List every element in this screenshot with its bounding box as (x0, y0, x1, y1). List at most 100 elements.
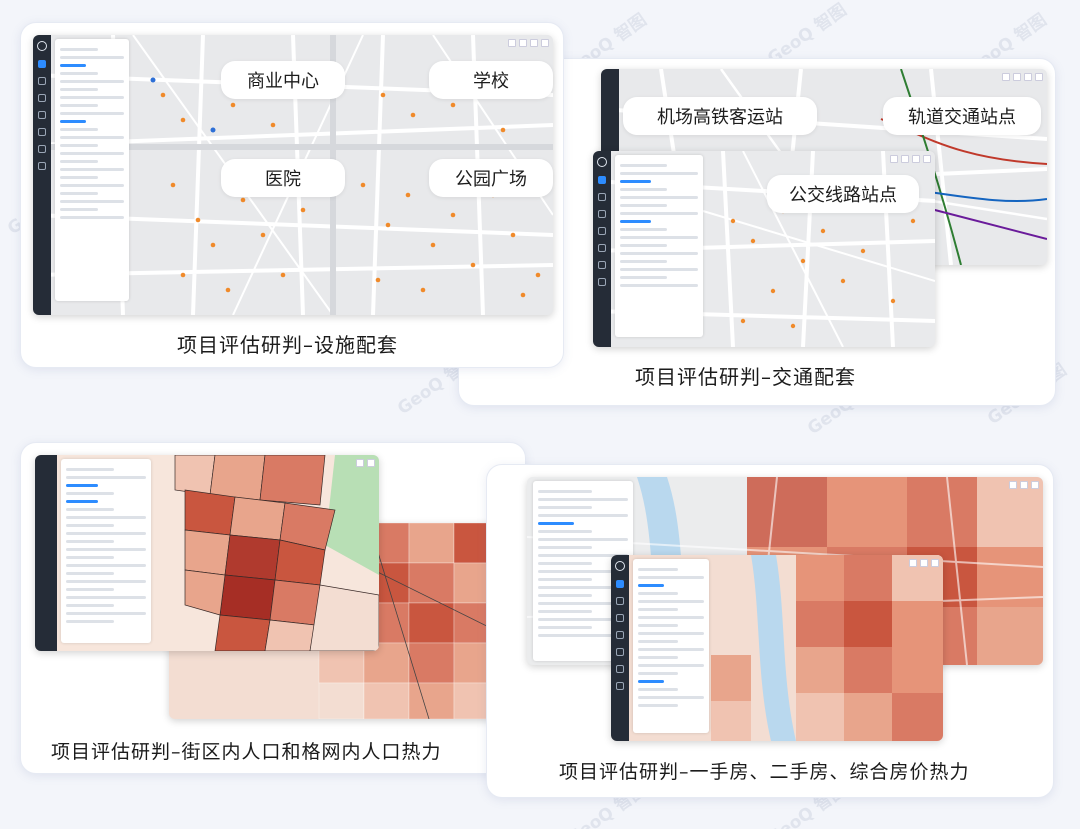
layer-tree-panel (55, 39, 129, 301)
tree-line (60, 176, 99, 179)
zoom-out-icon[interactable] (901, 155, 909, 163)
tree-line (620, 268, 698, 271)
locate-icon[interactable] (912, 155, 920, 163)
tree-line (66, 540, 114, 543)
population-block-map (35, 455, 379, 651)
tree-line-selected[interactable] (538, 522, 574, 525)
tree-line (538, 530, 592, 533)
label-business-center: 商业中心 (221, 61, 345, 99)
fullscreen-icon[interactable] (1031, 481, 1039, 489)
share-icon[interactable] (598, 261, 606, 269)
tree-line (620, 252, 698, 255)
tree-line (60, 88, 99, 91)
tree-line (638, 688, 678, 691)
chart-icon[interactable] (616, 648, 624, 656)
tree-line (638, 632, 704, 635)
tree-line-selected[interactable] (60, 64, 86, 67)
zoom-in-icon[interactable] (909, 559, 917, 567)
transport-caption: 项目评估研判–交通配套 (635, 365, 856, 389)
population-card: 项目评估研判–街区内人口和格网内人口热力 (20, 442, 526, 774)
zoom-out-icon[interactable] (367, 459, 375, 467)
tree-line (638, 624, 678, 627)
chart-icon[interactable] (38, 128, 46, 136)
layer-icon[interactable] (38, 60, 46, 68)
check-icon[interactable] (616, 682, 624, 690)
tree-line (66, 564, 146, 567)
label-airport-rail: 机场高铁客运站 (623, 97, 817, 135)
tree-line-selected[interactable] (620, 180, 652, 183)
list-icon[interactable] (598, 227, 606, 235)
layer-tree-panel (615, 155, 703, 337)
tree-line (60, 56, 124, 59)
fullscreen-icon[interactable] (541, 39, 549, 47)
share-icon[interactable] (38, 145, 46, 153)
zoom-in-icon[interactable] (1009, 481, 1017, 489)
layer-icon[interactable] (598, 176, 606, 184)
list-icon[interactable] (38, 111, 46, 119)
tree-line (66, 556, 114, 559)
swap-icon[interactable] (616, 597, 624, 605)
box-icon[interactable] (38, 94, 46, 102)
tree-line (538, 594, 592, 597)
fullscreen-icon[interactable] (923, 155, 931, 163)
box-icon[interactable] (598, 210, 606, 218)
tree-line (66, 604, 114, 607)
chart-icon[interactable] (598, 244, 606, 252)
tree-line (638, 672, 678, 675)
tree-line (638, 576, 704, 579)
swap-icon[interactable] (598, 193, 606, 201)
locate-icon[interactable] (530, 39, 538, 47)
label-bus: 公交线路站点 (767, 175, 919, 213)
layer-tree-panel (633, 559, 709, 733)
tree-line (60, 184, 124, 187)
tree-line (620, 284, 698, 287)
locate-icon[interactable] (1024, 73, 1032, 81)
tree-line (60, 192, 99, 195)
tree-line (620, 204, 667, 207)
tree-line (620, 260, 667, 263)
tree-line (538, 610, 592, 613)
side-nav-rail (611, 555, 629, 741)
zoom-out-icon[interactable] (1013, 73, 1021, 81)
tree-line (66, 572, 114, 575)
tree-line (60, 104, 99, 107)
tree-line-selected[interactable] (620, 220, 652, 223)
label-metro: 轨道交通站点 (883, 97, 1041, 135)
check-icon[interactable] (598, 278, 606, 286)
zoom-out-icon[interactable] (920, 559, 928, 567)
zoom-in-icon[interactable] (508, 39, 516, 47)
zoom-out-icon[interactable] (1020, 481, 1028, 489)
zoom-in-icon[interactable] (890, 155, 898, 163)
tree-line (638, 664, 704, 667)
layer-tree-panel (61, 459, 151, 643)
tree-line (638, 608, 678, 611)
tree-line (60, 208, 99, 211)
tree-line (66, 620, 114, 623)
tree-line (66, 492, 114, 495)
fullscreen-icon[interactable] (931, 559, 939, 567)
tree-line (538, 578, 592, 581)
tree-line-selected[interactable] (66, 484, 98, 487)
tree-line (638, 704, 678, 707)
tree-line (60, 168, 124, 171)
tree-line-selected[interactable] (638, 680, 665, 683)
tree-line-selected[interactable] (60, 120, 86, 123)
swap-icon[interactable] (38, 77, 46, 85)
housing-caption: 项目评估研判–一手房、二手房、综合房价热力 (559, 761, 970, 783)
box-icon[interactable] (616, 614, 624, 622)
tree-line-selected[interactable] (66, 500, 98, 503)
tree-line-selected[interactable] (638, 584, 665, 587)
tree-line (620, 196, 698, 199)
share-icon[interactable] (616, 665, 624, 673)
zoom-out-icon[interactable] (519, 39, 527, 47)
list-icon[interactable] (616, 631, 624, 639)
zoom-in-icon[interactable] (1002, 73, 1010, 81)
tree-line (60, 216, 124, 219)
zoom-in-icon[interactable] (356, 459, 364, 467)
tree-line (538, 490, 592, 493)
fullscreen-icon[interactable] (1035, 73, 1043, 81)
check-icon[interactable] (38, 162, 46, 170)
tree-line (66, 532, 146, 535)
tree-line (60, 160, 99, 163)
layer-icon[interactable] (616, 580, 624, 588)
